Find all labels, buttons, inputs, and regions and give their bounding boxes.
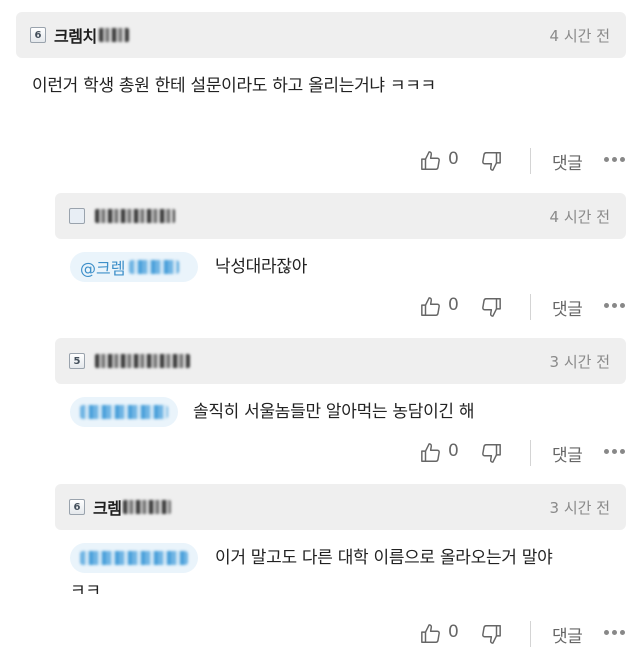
like-count: 0 xyxy=(448,295,459,315)
reply-header: 4 시간 전 xyxy=(55,193,626,239)
thumbs-up-icon[interactable] xyxy=(420,442,442,464)
comment-actions: 0 댓글 xyxy=(0,292,640,322)
username[interactable]: 크렘치 xyxy=(54,23,97,47)
like-count: 0 xyxy=(448,441,459,461)
divider xyxy=(530,440,531,466)
reply-header: 6 크렘 3 시간 전 xyxy=(55,484,626,530)
more-options-icon[interactable] xyxy=(604,449,625,454)
timestamp: 4 시간 전 xyxy=(549,26,610,45)
reply-body: 낙성대라잖아 xyxy=(215,257,308,277)
level-badge-icon: 6 xyxy=(30,27,46,43)
reply-body: 솔직히 서울놈들만 알아먹는 농담이긴 해 xyxy=(193,402,475,422)
mention-tag[interactable] xyxy=(70,543,198,573)
like-count: 0 xyxy=(448,149,459,169)
mention-text: @크렘 xyxy=(80,259,126,278)
divider xyxy=(530,148,531,174)
thumbs-down-icon[interactable] xyxy=(480,623,502,645)
timestamp: 3 시간 전 xyxy=(549,352,610,371)
redacted-mention xyxy=(129,260,180,274)
reply-button[interactable]: 댓글 xyxy=(552,622,583,647)
mention-tag[interactable] xyxy=(70,397,178,427)
divider xyxy=(530,294,531,320)
comment-actions: 0 댓글 xyxy=(0,619,640,649)
reply-button[interactable]: 댓글 xyxy=(552,149,583,174)
like-count: 0 xyxy=(448,622,459,642)
comment-body: 이런거 학생 총원 한테 설문이라도 하고 올리는거냐 ㅋㅋㅋ xyxy=(32,76,436,96)
redacted-username xyxy=(95,354,190,368)
redacted-mention xyxy=(80,551,188,565)
divider xyxy=(530,621,531,647)
redacted-username xyxy=(123,500,172,514)
reply-button[interactable]: 댓글 xyxy=(552,295,583,320)
thumbs-down-icon[interactable] xyxy=(480,150,502,172)
thumbs-down-icon[interactable] xyxy=(480,296,502,318)
redacted-mention xyxy=(80,405,168,419)
thumbs-up-icon[interactable] xyxy=(420,623,442,645)
timestamp: 3 시간 전 xyxy=(549,498,610,517)
more-options-icon[interactable] xyxy=(604,630,625,635)
reply-header: 5 3 시간 전 xyxy=(55,338,626,384)
level-badge-icon: 6 xyxy=(69,499,85,515)
more-options-icon[interactable] xyxy=(604,157,625,162)
redacted-username xyxy=(95,209,175,223)
thumbs-down-icon[interactable] xyxy=(480,442,502,464)
reply-body-line2: ㅋㅋ xyxy=(70,581,101,601)
redacted-username xyxy=(98,28,129,42)
mention-tag[interactable]: @크렘 xyxy=(70,252,198,282)
comment-actions: 0 댓글 xyxy=(0,438,640,468)
username[interactable]: 크렘 xyxy=(93,495,122,519)
thumbs-up-icon[interactable] xyxy=(420,296,442,318)
comment-header: 6 크렘치 4 시간 전 xyxy=(16,12,626,58)
level-badge-icon xyxy=(69,208,85,224)
more-options-icon[interactable] xyxy=(604,303,625,308)
comment-actions: 0 댓글 xyxy=(0,146,640,176)
reply-button[interactable]: 댓글 xyxy=(552,441,583,466)
reply-body-line1: 이거 말고도 다른 대학 이름으로 올라오는거 말야 xyxy=(215,548,553,568)
timestamp: 4 시간 전 xyxy=(549,207,610,226)
thumbs-up-icon[interactable] xyxy=(420,150,442,172)
level-badge-icon: 5 xyxy=(69,353,85,369)
